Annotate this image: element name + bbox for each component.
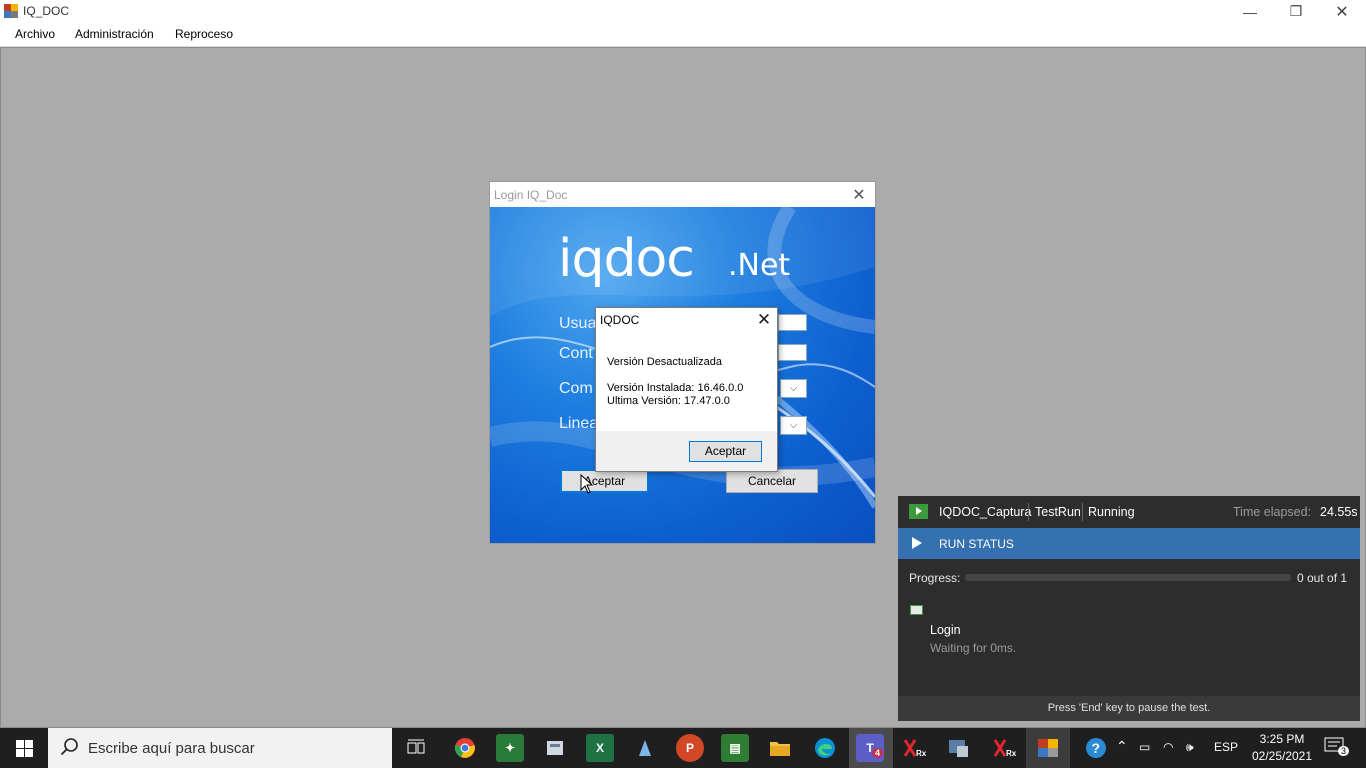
message-box-close-button[interactable]: ✕: [754, 310, 774, 330]
contrasena-input[interactable]: [778, 344, 807, 361]
minimize-button[interactable]: —: [1227, 0, 1273, 23]
powerpoint-icon[interactable]: P: [676, 734, 704, 762]
teams-badge: 4: [872, 748, 884, 758]
run-footer: Press 'End' key to pause the test.: [898, 696, 1360, 721]
file-explorer-icon[interactable]: [766, 734, 794, 762]
installed-version-text: Versión Instalada: 16.46.0.0: [607, 382, 744, 394]
search-placeholder: Escribe aquí para buscar: [88, 740, 255, 757]
run-status-toggle[interactable]: RUN STATUS: [898, 528, 1360, 559]
svg-text:?: ?: [1092, 740, 1101, 756]
battery-icon[interactable]: ▭: [1139, 740, 1150, 754]
project-icon[interactable]: ▤: [721, 734, 749, 762]
app-icon: [4, 4, 18, 18]
edge-icon[interactable]: [811, 734, 839, 762]
version-message-box: IQDOC ✕ Versión Desactualizada Versión I…: [595, 307, 778, 472]
separator: [1028, 503, 1029, 521]
time-elapsed-value: 24.55s: [1320, 505, 1358, 519]
wifi-icon[interactable]: ◠: [1163, 740, 1173, 754]
run-test-name: TestRun: [1035, 505, 1081, 519]
search-icon: [60, 738, 78, 756]
files-icon[interactable]: [541, 734, 569, 762]
restore-button[interactable]: ❐: [1273, 0, 1319, 23]
chrome-icon[interactable]: [451, 734, 479, 762]
play-icon: [912, 537, 922, 549]
clock-date[interactable]: 02/25/2021: [1247, 749, 1317, 763]
run-state: Running: [1088, 505, 1135, 519]
message-accept-button[interactable]: Aceptar: [689, 441, 762, 462]
message-box-footer: Aceptar: [596, 431, 777, 471]
rx-tool-icon[interactable]: Rx: [900, 734, 928, 762]
menu-reproceso[interactable]: Reproceso: [175, 27, 233, 41]
menu-bar: Archivo Administración Reproceso: [0, 23, 1366, 47]
run-project-name: IQDOC_Captura: [939, 505, 1032, 519]
tool-icon[interactable]: [945, 734, 973, 762]
svg-text:Rx: Rx: [916, 749, 926, 758]
close-window-button[interactable]: ✕: [1319, 0, 1365, 23]
taskbar: Escribe aquí para buscar ✦ X P ▤ T 4 Rx …: [0, 728, 1366, 768]
taskbar-search-box[interactable]: Escribe aquí para buscar: [48, 728, 392, 768]
chevron-up-icon[interactable]: ⌃: [1116, 738, 1128, 755]
menu-administracion[interactable]: Administración: [75, 27, 154, 41]
latest-version-text: Ultima Versión: 17.47.0.0: [607, 395, 730, 407]
svg-text:Rx: Rx: [1006, 749, 1016, 758]
step-name: Login: [930, 623, 961, 637]
progress-count: 0 out of 1: [1297, 571, 1348, 585]
app-title-bar: IQ_DOC — ❐ ✕: [0, 0, 1366, 23]
volume-icon[interactable]: 🕪: [1186, 740, 1194, 755]
step-status: Waiting for 0ms.: [930, 641, 1017, 655]
notification-count: 3: [1338, 746, 1350, 756]
iqdoc-logo-suffix: .Net: [728, 248, 791, 283]
compania-dropdown[interactable]: ⌵: [780, 379, 807, 398]
login-accept-button[interactable]: Aceptar: [560, 469, 649, 493]
login-title-bar: Login IQ_Doc ✕: [490, 182, 875, 207]
step-folder-icon: [910, 605, 923, 615]
chevron-down-icon: ⌵: [789, 420, 798, 431]
notifications-icon[interactable]: 3: [1324, 737, 1350, 758]
app-title: IQ_DOC: [23, 4, 70, 18]
login-close-button[interactable]: ✕: [848, 185, 870, 205]
menu-archivo[interactable]: Archivo: [15, 27, 55, 41]
pause-hint-text: Press 'End' key to pause the test.: [1047, 702, 1211, 714]
linea-label: Linea: [559, 415, 599, 432]
compania-label: Com: [559, 380, 593, 397]
iqdoc-taskbar-icon[interactable]: [1034, 734, 1062, 762]
separator: [1082, 503, 1083, 521]
progress-label: Progress:: [909, 571, 961, 585]
progress-bar: [965, 574, 1291, 581]
contrasena-label: Cont: [559, 345, 593, 362]
usuario-input[interactable]: [778, 314, 807, 331]
run-status-label: RUN STATUS: [939, 537, 1014, 551]
run-header: IQDOC_Captura TestRun Running Time elaps…: [898, 496, 1360, 528]
message-box-title: IQDOC: [600, 313, 640, 327]
language-indicator[interactable]: ESP: [1214, 740, 1238, 754]
mouse-cursor-icon: [580, 474, 594, 494]
login-cancel-button[interactable]: Cancelar: [726, 469, 818, 493]
linea-dropdown[interactable]: ⌵: [780, 416, 807, 435]
rx-tool-icon[interactable]: Rx: [990, 734, 1018, 762]
message-heading: Versión Desactualizada: [607, 356, 722, 368]
app-icon-blue[interactable]: [631, 734, 659, 762]
run-status-panel: IQDOC_Captura TestRun Running Time elaps…: [898, 496, 1360, 721]
start-button[interactable]: [0, 728, 48, 768]
excel-icon[interactable]: X: [586, 734, 614, 762]
chevron-down-icon: ⌵: [789, 383, 798, 394]
task-view-icon[interactable]: [402, 734, 430, 762]
app-icon-green[interactable]: ✦: [496, 734, 524, 762]
clock-time[interactable]: 3:25 PM: [1250, 732, 1314, 746]
login-dialog-title: Login IQ_Doc: [494, 188, 568, 202]
run-flag-icon: [909, 504, 928, 519]
teams-icon[interactable]: T 4: [856, 734, 884, 762]
time-elapsed-label: Time elapsed:: [1233, 505, 1312, 519]
help-icon[interactable]: ?: [1082, 734, 1110, 762]
iqdoc-logo: iqdoc: [558, 229, 695, 289]
